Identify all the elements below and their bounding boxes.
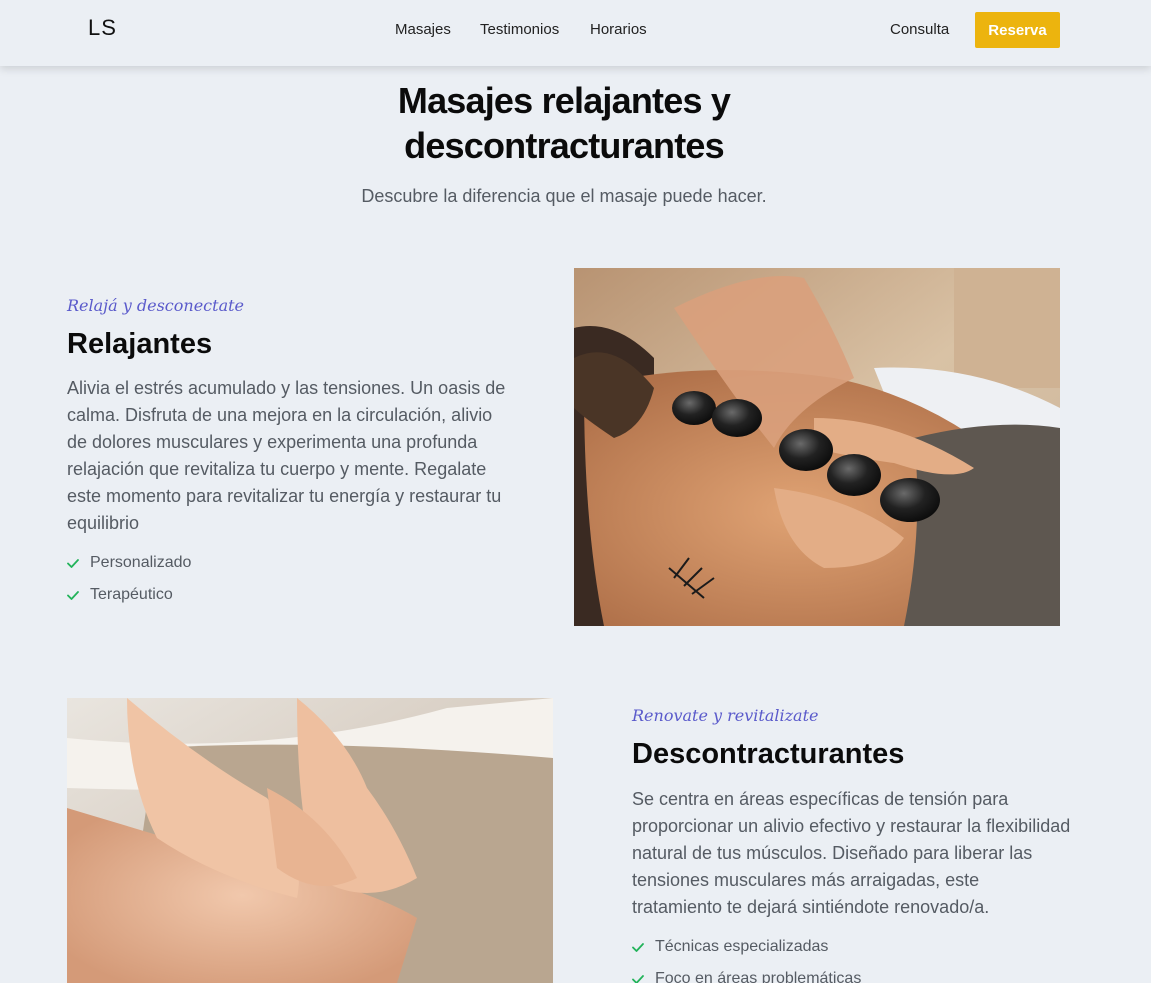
- feature-item: Foco en áreas problemáticas: [632, 963, 861, 983]
- page-subtitle: Descubre la diferencia que el masaje pue…: [361, 186, 767, 206]
- feature-label: Técnicas especializadas: [655, 938, 829, 955]
- navbar: LS Masajes Testimonios Horarios Consulta…: [0, 0, 1151, 66]
- page-title-line-2: descontracturantes: [404, 125, 725, 166]
- feature-list: Personalizado Terapéutico: [67, 547, 191, 611]
- feature-label: Terapéutico: [90, 586, 173, 603]
- check-icon: [632, 943, 644, 952]
- nav-link-testimonios[interactable]: Testimonios: [480, 21, 559, 38]
- feature-label: Personalizado: [90, 554, 192, 571]
- reserva-button[interactable]: Reserva: [975, 12, 1060, 48]
- check-icon: [67, 591, 79, 600]
- section-tagline: Relajá y desconectate: [67, 296, 244, 315]
- feature-item: Terapéutico: [67, 579, 191, 611]
- feature-item: Técnicas especializadas: [632, 931, 861, 963]
- page-title-line-1: Masajes relajantes y: [397, 80, 731, 121]
- page-title: Masajes relajantes y descontracturantes: [0, 78, 1128, 168]
- feature-list: Técnicas especializadas Foco en áreas pr…: [632, 931, 861, 983]
- nav-link-horarios[interactable]: Horarios: [590, 21, 647, 38]
- feature-item: Personalizado: [67, 547, 191, 579]
- section-description: Alivia el estrés acumulado y las tension…: [67, 378, 506, 533]
- feature-label: Foco en áreas problemáticas: [655, 970, 862, 983]
- section-tagline: Renovate y revitalizate: [632, 706, 819, 725]
- hot-stone-massage-photo: [574, 268, 1060, 626]
- check-icon: [632, 975, 644, 983]
- section-description: Se centra en áreas específicas de tensió…: [632, 789, 1071, 917]
- consulta-link[interactable]: Consulta: [890, 21, 949, 38]
- check-icon: [67, 559, 79, 568]
- nav-link-masajes[interactable]: Masajes: [395, 21, 451, 38]
- section-title: Descontracturantes: [632, 738, 905, 770]
- section-title: Relajantes: [67, 328, 213, 360]
- deep-tissue-massage-photo: [67, 698, 553, 983]
- logo[interactable]: LS: [88, 15, 117, 41]
